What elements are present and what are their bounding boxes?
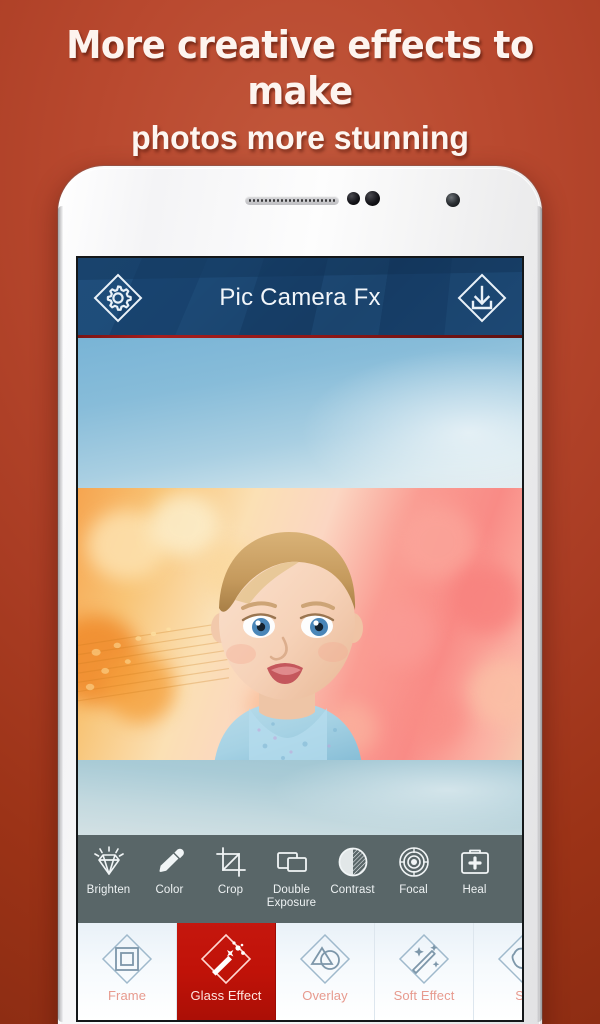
overlay-icon: [298, 932, 352, 986]
ambient-light-sensor: [365, 191, 380, 206]
effect-item-glass-effect[interactable]: Glass Effect: [177, 923, 276, 1020]
app-header-bar: Pic Camera Fx: [78, 258, 522, 338]
crop-icon: [214, 845, 248, 879]
save-button[interactable]: [456, 272, 508, 324]
effect-item-label: Glass Effect: [190, 988, 262, 1003]
sparkle-wand-icon: [397, 932, 451, 986]
phone-screen: Pic Camera Fx Brighten Color Crop Double…: [78, 258, 522, 1020]
effects-strip[interactable]: Frame Glass Effect Overlay Soft Effect Sti: [78, 923, 522, 1020]
tool-item-label: Color: [155, 884, 184, 896]
effect-item-sti[interactable]: Sti: [474, 923, 522, 1020]
phone-mockup: Pic Camera Fx Brighten Color Crop Double…: [58, 166, 542, 1024]
eyedropper-icon: [153, 845, 187, 879]
tool-item-color[interactable]: Color: [139, 835, 200, 923]
tool-item-label: Contrast: [330, 884, 375, 896]
app-title: Pic Camera Fx: [219, 284, 381, 311]
tool-item-heal[interactable]: Heal: [444, 835, 505, 923]
tool-item-label: Focal: [399, 884, 428, 896]
phone-right-edge: [537, 206, 542, 1022]
phone-left-edge: [58, 206, 63, 1022]
tool-item-brighten[interactable]: Brighten: [78, 835, 139, 923]
download-icon: [457, 273, 507, 323]
tool-item-label: Brighten: [86, 884, 131, 896]
focal-icon: [397, 845, 431, 879]
effect-item-label: Sti: [515, 988, 522, 1003]
header-accent-underline: [78, 335, 522, 338]
effect-item-label: Overlay: [302, 988, 348, 1003]
promo-headline-line1: More creative effects to make: [66, 23, 534, 113]
tool-item-label: Heal: [462, 884, 487, 896]
tool-item-f[interactable]: F: [505, 835, 522, 923]
tool-item-crop[interactable]: Crop: [200, 835, 261, 923]
earpiece-speaker: [245, 196, 339, 205]
effect-item-label: Soft Effect: [393, 988, 455, 1003]
gear-icon: [93, 273, 143, 323]
effect-item-overlay[interactable]: Overlay: [276, 923, 375, 1020]
promo-headline-line2: photos more stunning: [131, 119, 469, 156]
effect-item-frame[interactable]: Frame: [78, 923, 177, 1020]
first-aid-icon: [458, 845, 492, 879]
proximity-sensor: [347, 192, 360, 205]
magic-wand-icon: [199, 932, 253, 986]
promo-headline: More creative effects to make photos mor…: [0, 22, 600, 160]
tool-item-contrast[interactable]: Contrast: [322, 835, 383, 923]
effect-item-soft-effect[interactable]: Soft Effect: [375, 923, 474, 1020]
tool-item-label: Double Exposure: [266, 884, 317, 909]
gem-icon: [92, 845, 126, 879]
double-exposure-icon: [275, 845, 309, 879]
photo-canvas[interactable]: [78, 338, 522, 835]
contrast-icon: [336, 845, 370, 879]
tool-item-focal[interactable]: Focal: [383, 835, 444, 923]
front-camera: [446, 193, 460, 207]
baby-photo: [78, 488, 522, 763]
tool-item-double-exposure[interactable]: Double Exposure: [261, 835, 322, 923]
canvas-bottom-gradient: [78, 760, 522, 835]
effect-item-label: Frame: [107, 988, 147, 1003]
partial-icon: [519, 845, 523, 879]
tool-strip[interactable]: Brighten Color Crop Double Exposure Contrast F…: [78, 835, 522, 923]
baby-figure: [210, 531, 363, 763]
settings-button[interactable]: [92, 272, 144, 324]
tool-item-label: Crop: [217, 884, 244, 896]
canvas-top-gradient: [78, 338, 522, 490]
sticker-icon: [496, 932, 522, 986]
frame-icon: [100, 932, 154, 986]
